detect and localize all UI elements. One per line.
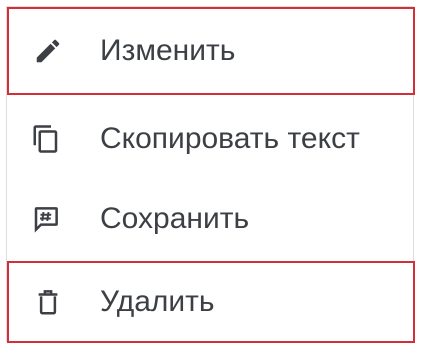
hash-comment-icon [29, 202, 63, 236]
menu-item-delete-label: Удалить [100, 285, 215, 318]
context-menu: Изменить Скопировать текст Сохранить Уда… [6, 6, 415, 343]
pencil-icon [31, 34, 65, 68]
menu-item-delete[interactable]: Удалить [7, 261, 415, 343]
menu-item-copy-text[interactable]: Скопировать текст [7, 99, 415, 179]
menu-item-save[interactable]: Сохранить [7, 179, 415, 259]
menu-item-copy-text-label: Скопировать текст [100, 122, 360, 155]
copy-icon [29, 122, 63, 156]
trash-icon [31, 285, 65, 319]
menu-item-edit-label: Изменить [100, 34, 236, 67]
menu-item-edit[interactable]: Изменить [7, 7, 415, 95]
menu-item-save-label: Сохранить [100, 202, 250, 235]
